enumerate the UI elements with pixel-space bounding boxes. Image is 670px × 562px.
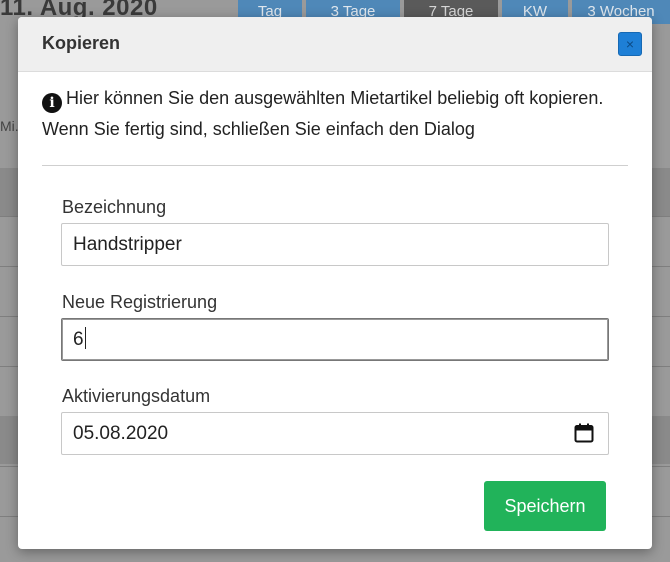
registrierung-label: Neue Registrierung (62, 292, 218, 312)
weekday-label: Mi. (0, 118, 19, 134)
text-cursor (84, 327, 86, 349)
info-message: i Hier können Sie den ausgewählten Mietar… (42, 83, 632, 145)
dialog-title: Kopieren (42, 33, 121, 53)
aktivierungsdatum-label: Aktivierungsdatum (62, 386, 211, 406)
aktivierungsdatum-input[interactable]: 05.08.2020 (61, 412, 609, 455)
info-text: Hier können Sie den ausgewählten Mietart… (42, 88, 604, 139)
aktivierungsdatum-value: 05.08.2020 (73, 423, 169, 444)
close-button[interactable]: × (618, 32, 642, 56)
bezeichnung-value: Handstripper (73, 234, 182, 255)
divider (42, 165, 628, 166)
close-icon: × (625, 36, 635, 52)
registrierung-value: 6 (73, 329, 84, 350)
calendar-icon[interactable] (574, 423, 594, 443)
bezeichnung-input[interactable]: Handstripper (61, 223, 609, 266)
save-button[interactable]: Speichern (484, 481, 606, 531)
copy-dialog: Kopieren × i Hier können Sie den ausgewäh… (18, 17, 652, 549)
info-icon: i (42, 93, 62, 113)
bezeichnung-label: Bezeichnung (62, 197, 167, 217)
dialog-header: Kopieren × (18, 17, 652, 72)
registrierung-input[interactable]: 6 (61, 318, 609, 361)
